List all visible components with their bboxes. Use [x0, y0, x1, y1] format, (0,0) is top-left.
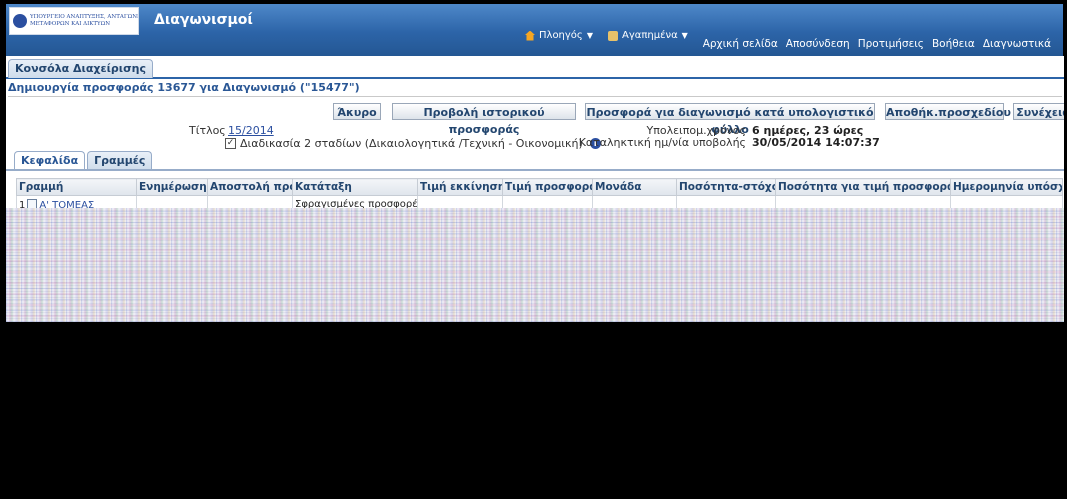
page-title: Δημιουργία προσφοράς 13677 για Διαγωνισμ… — [8, 81, 360, 94]
link-logout[interactable]: Αποσύνδεση — [786, 38, 850, 50]
deadline-value: 30/05/2014 14:07:37 — [752, 136, 880, 149]
favorites-icon — [608, 30, 618, 41]
tab-admin-console[interactable]: Κονσόλα Διαχείρισης — [8, 59, 153, 78]
logo-line-1: ΥΠΟΥΡΓΕΙΟ ΑΝΑΠΤΥΞΗΣ, ΑΝΤΑΓΩΝΙΣΤΙΚΟΤΗΤΑΣ,… — [30, 14, 138, 20]
seal-icon — [13, 14, 27, 28]
link-diagnostics[interactable]: Διαγνωστικά — [983, 38, 1051, 50]
title-link[interactable]: 15/2014 — [228, 124, 274, 137]
two-stage-label: Διαδικασία 2 σταδίων (Δικαιολογητικά /Τε… — [240, 137, 583, 150]
col-line[interactable]: Γραμμή — [16, 178, 137, 196]
tab-lines[interactable]: Γραμμές — [87, 151, 153, 170]
col-bid-qty[interactable]: Ποσότητα για τιμή προσφοράς — [775, 178, 951, 196]
col-start-price[interactable]: Τιμή εκκίνησης — [417, 178, 503, 196]
two-stage-checkbox[interactable]: ✓ — [225, 138, 236, 149]
home-icon — [525, 30, 535, 41]
logo-line-2: ΜΕΤΑΦΟΡΩΝ ΚΑΙ ΔΙΚΤΥΩΝ — [30, 21, 111, 27]
navigator-label: Πλοηγός — [539, 30, 583, 41]
two-stage-option: ✓ Διαδικασία 2 σταδίων (Δικαιολογητικά /… — [225, 137, 601, 150]
link-help[interactable]: Βοήθεια — [932, 38, 975, 50]
chevron-down-icon: ▼ — [586, 31, 593, 40]
navigator-menu[interactable]: Πλοηγός ▼ — [525, 30, 593, 41]
continue-button[interactable]: Συνέχεια — [1013, 103, 1064, 120]
divider — [6, 169, 1064, 171]
title-label: Τίτλος — [189, 124, 226, 137]
deadline-label: Καταληκτική ημ/νία υποβολής — [578, 136, 746, 149]
view-history-button[interactable]: Προβολή ιστορικού προσφοράς — [392, 103, 576, 136]
cancel-button[interactable]: Άκυρο — [333, 103, 381, 120]
link-home[interactable]: Αρχική σελίδα — [703, 38, 778, 50]
global-links: Αρχική σελίδα Αποσύνδεση Προτιμήσεις Βοή… — [703, 38, 1051, 50]
col-promise-date[interactable]: Ημερομηνία υπόσχεσης — [950, 178, 1063, 196]
rendering-noise-band — [6, 208, 1064, 322]
col-rank[interactable]: Κατάταξη — [292, 178, 418, 196]
col-unit[interactable]: Μονάδα — [592, 178, 677, 196]
link-preferences[interactable]: Προτιμήσεις — [858, 38, 924, 50]
tab-header[interactable]: Κεφαλίδα — [14, 151, 86, 170]
app-title: Διαγωνισμοί — [154, 12, 253, 28]
col-bid-price[interactable]: Τιμή προσφοράς — [502, 178, 593, 196]
sub-tabs: Κεφαλίδα Γραμμές — [14, 151, 154, 170]
save-draft-button[interactable]: Αποθήκ.προσχεδίου — [885, 103, 1011, 120]
chevron-down-icon: ▼ — [681, 31, 688, 40]
favorites-menu[interactable]: Αγαπημένα ▼ — [608, 30, 688, 41]
col-target-qty[interactable]: Ποσότητα-στόχος — [676, 178, 776, 196]
spreadsheet-bid-button[interactable]: Προσφορά για διαγωνισμό κατά υπολογιστικ… — [585, 103, 875, 136]
favorites-label: Αγαπημένα — [622, 30, 678, 41]
table-header-row: Γραμμή Ενημέρωση Αποστολή προς Κατάταξη … — [16, 178, 1063, 196]
col-ship-to[interactable]: Αποστολή προς — [207, 178, 293, 196]
ministry-logo: ΥΠΟΥΡΓΕΙΟ ΑΝΑΠΤΥΞΗΣ, ΑΝΤΑΓΩΝΙΣΤΙΚΟΤΗΤΑΣ,… — [9, 7, 139, 35]
col-update[interactable]: Ενημέρωση — [136, 178, 208, 196]
top-banner: ΥΠΟΥΡΓΕΙΟ ΑΝΑΠΤΥΞΗΣ, ΑΝΤΑΓΩΝΙΣΤΙΚΟΤΗΤΑΣ,… — [6, 4, 1063, 56]
divider — [8, 96, 1062, 97]
main-tabbar: Κονσόλα Διαχείρισης — [6, 56, 1064, 79]
